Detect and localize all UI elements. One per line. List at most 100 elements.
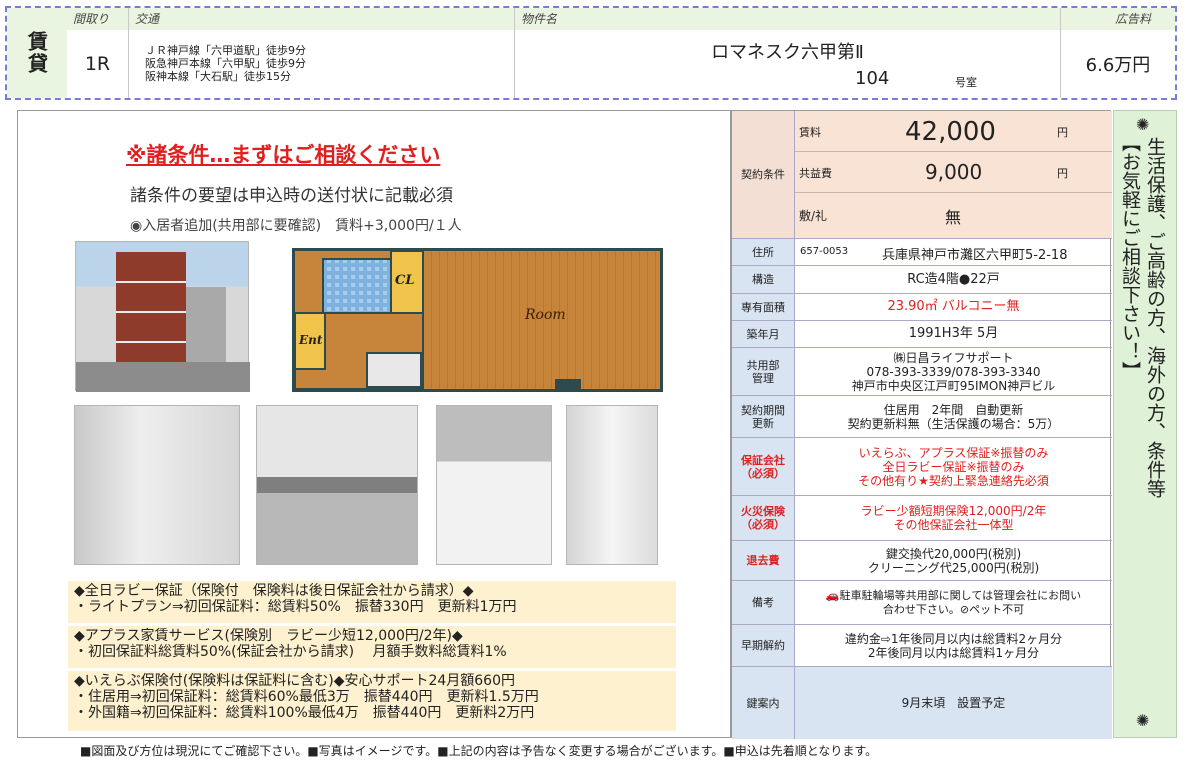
fire-insurance-line: ラビー少額短期保険12,000円/2年 [860, 504, 1047, 518]
management-label: 共用部 管理 [732, 348, 795, 395]
address-value: 兵庫県神戸市灘区六甲町5-2-18 [882, 248, 1068, 263]
entrance-label: Ent [299, 333, 323, 347]
floor-plan: Room CL Ent [292, 248, 663, 392]
property-head: 物件名 [515, 8, 1060, 30]
deposit-label: 敷/礼 [799, 209, 828, 223]
common-fee-value: 9,000 [925, 160, 983, 184]
built-value: 1991H3年 5月 [908, 326, 999, 341]
address-row: 住所 657-0053 兵庫県神戸市灘区六甲町5-2-18 [732, 239, 1112, 266]
note-line: ・住居用⇒初回保証料：総賃料60%最低3万 振替440円 更新料1.5万円 [74, 689, 539, 705]
side-message-line: 【お気軽にご相談下さい！】 [1119, 133, 1141, 380]
remarks-line: 🚗駐車駐輪場等共用部に関しては管理会社にお問い [825, 588, 1082, 602]
management-line: ㈱日昌ライフサポート [893, 350, 1014, 365]
management-value: ㈱日昌ライフサポート 078-393-3339/078-393-3340 神戸市… [795, 348, 1112, 395]
moveout-fee-label: 退去費 [732, 541, 795, 580]
transport-line: ＪＲ神戸線「六甲道駅」徒歩9分 [145, 44, 306, 57]
subhead: 諸条件の要望は申込時の送付状に記載必須 [130, 186, 453, 206]
area-label: 専有面積 [732, 294, 795, 320]
interior-photo-2 [256, 405, 418, 565]
guarantee-line: 全日ラビー保証※振替のみ [882, 459, 1025, 474]
key-guide-label: 鍵案内 [732, 667, 795, 739]
built-label: 築年月 [732, 321, 795, 347]
guarantee-label: 保証会社 （必須） [732, 438, 795, 495]
contract-term-value: 住居用 2年間 自動更新 契約更新料無（生活保護の場合：5万） [795, 396, 1112, 437]
management-row: 共用部 管理 ㈱日昌ライフサポート 078-393-3339/078-393-3… [732, 348, 1112, 396]
contract-term-line: 契約更新料無（生活保護の場合：5万） [847, 416, 1060, 431]
fee-value: 6.6万円 [1085, 55, 1151, 76]
rent-value: 42,000 [905, 117, 996, 147]
early-termination-value: 違約金⇨1年後同月以内は総賃料2ヶ月分 2年後同月以内は総賃料1ヶ月分 [795, 625, 1112, 666]
layout-head: 間取り [67, 8, 128, 30]
deposit-value: 無 [945, 208, 962, 227]
structure-value: RC造4階●22戸 [907, 271, 1000, 287]
key-guide-value: 9月末頃 設置予定 [901, 696, 1006, 710]
floor-plan-drawing [295, 251, 660, 389]
property-column: 物件名 ロマネスク六甲第Ⅱ 104 号室 [515, 8, 1061, 98]
deposit-row: 敷/礼 無 [795, 193, 1112, 238]
transport-list: ＪＲ神戸線「六甲道駅」徒歩9分 阪急神戸本線「六甲駅」徒歩9分 阪神本線「大石駅… [145, 44, 306, 83]
note-title: ◆アプラス家賃サービス(保険別 ラビー少短12,000円/2年)◆ [74, 628, 463, 644]
closet-label: CL [395, 273, 415, 288]
property-name: ロマネスク六甲第Ⅱ [711, 42, 864, 63]
early-termination-label: 早期解約 [732, 625, 795, 666]
building-exterior-photo [75, 241, 250, 392]
main-info-panel: ※諸条件…まずはご相談ください 諸条件の要望は申込時の送付状に記載必須 ◉入居者… [17, 110, 731, 738]
management-line: 神戸市中央区江戸町95IMON神戸ビル [851, 378, 1056, 393]
layout-column: 間取り 1R [67, 8, 129, 98]
building-illustration [76, 252, 250, 392]
contract-term-label: 契約期間 更新 [732, 396, 795, 437]
transport-column: 交通 ＪＲ神戸線「六甲道駅」徒歩9分 阪急神戸本線「六甲駅」徒歩9分 阪神本線「… [129, 8, 515, 98]
note-line: ・外国籍⇒初回保証料：総賃料100%最低4万 振替440円 更新料2万円 [74, 705, 535, 721]
layout-value: 1R [84, 53, 111, 75]
moveout-fee-row: 退去費 鍵交換代20,000円(税別) クリーニング代25,000円(税別) [732, 541, 1112, 581]
note-line: ・ライトプラン⇒初回保証料：総賃料50% 振替330円 更新料1万円 [74, 599, 517, 615]
rent-row: 賃料 42,000 円 [795, 111, 1112, 152]
interior-photo-1 [74, 405, 240, 565]
listing-type-label: 賃貸 [7, 8, 67, 98]
side-bottom-mark: ✺ [1136, 711, 1150, 730]
area-value: 23.90㎡ バルコニー無 [887, 299, 1020, 314]
fire-insurance-label: 火災保険 （必須） [732, 496, 795, 540]
moveout-fee-line: 鍵交換代20,000円(税別) [885, 546, 1022, 561]
moveout-fee-line: クリーニング代25,000円(税別) [867, 560, 1040, 575]
contract-conditions-row: 契約条件 賃料 42,000 円 共益費 9,000 円 敷/礼 無 [732, 111, 1112, 239]
remarks-line: 合わせ下さい。⊘ペット不可 [882, 602, 1025, 616]
room-number: 104 [855, 68, 890, 89]
rent-label: 賃料 [799, 126, 821, 139]
built-row: 築年月 1991H3年 5月 [732, 321, 1112, 348]
fire-insurance-value: ラビー少額短期保険12,000円/2年 その他保証会社一体型 [795, 496, 1112, 540]
contract-label: 契約条件 [732, 111, 795, 238]
guarantee-row: 保証会社 （必須） いえらぶ、アプラス保証※振替のみ 全日ラビー保証※振替のみ … [732, 438, 1112, 496]
fee-head: 広告料 [1061, 8, 1175, 30]
room-suffix: 号室 [955, 76, 977, 89]
transport-line: 阪急神戸本線「六甲駅」徒歩9分 [145, 57, 306, 70]
common-fee-label: 共益費 [799, 167, 832, 180]
side-message-line: 生活保護、ご高齢の方、海外の方、条件等 [1144, 137, 1166, 498]
zip-code: 657-0053 [800, 246, 849, 257]
common-fee-row: 共益費 9,000 円 [795, 152, 1112, 193]
contract-term-line: 住居用 2年間 自動更新 [883, 402, 1024, 417]
note-block: ◆いえらぶ保険付(保険料は保証料に含む)◆安心サポート24月額660円 ・住居用… [68, 671, 676, 731]
note-title: ◆全日ラビー保証（保険付 保険料は後日保証会社から請求）◆ [74, 583, 474, 599]
side-top-mark: ✺ [1136, 115, 1150, 134]
remarks-row: 備考 🚗駐車駐輪場等共用部に関しては管理会社にお問い 合わせ下さい。⊘ペット不可 [732, 581, 1112, 625]
room-label: Room [525, 307, 566, 323]
management-line: 078-393-3339/078-393-3340 [866, 364, 1041, 379]
note-title: ◆いえらぶ保険付(保険料は保証料に含む)◆安心サポート24月額660円 [74, 673, 515, 689]
transport-head: 交通 [129, 8, 514, 30]
early-termination-line: 2年後同月以内は総賃料1ヶ月分 [867, 645, 1040, 660]
footer-disclaimer: ■図面及び方位は現況にてご確認下さい。■写真はイメージです。■上記の内容は予告な… [80, 744, 878, 758]
common-fee-unit: 円 [1057, 167, 1068, 180]
fee-column: 広告料 6.6万円 [1061, 8, 1175, 98]
header-bar: 賃貸 間取り 1R 交通 ＪＲ神戸線「六甲道駅」徒歩9分 阪急神戸本線「六甲駅」… [5, 6, 1177, 100]
side-message: ✺ 生活保護、ご高齢の方、海外の方、条件等 【お気軽にご相談下さい！】 ✺ [1113, 110, 1177, 738]
early-termination-line: 違約金⇨1年後同月以内は総賃料2ヶ月分 [844, 631, 1063, 646]
moveout-fee-value: 鍵交換代20,000円(税別) クリーニング代25,000円(税別) [795, 541, 1112, 580]
contract-term-row: 契約期間 更新 住居用 2年間 自動更新 契約更新料無（生活保護の場合：5万） [732, 396, 1112, 438]
rent-unit: 円 [1057, 126, 1068, 139]
key-guide-row: 鍵案内 9月末頃 設置予定 [732, 667, 1112, 739]
remarks-label: 備考 [732, 581, 795, 624]
closet-photo [566, 405, 658, 565]
property-detail-table: 契約条件 賃料 42,000 円 共益費 9,000 円 敷/礼 無 住所 65… [731, 110, 1112, 739]
early-termination-row: 早期解約 違約金⇨1年後同月以内は総賃料2ヶ月分 2年後同月以内は総賃料1ヶ月分 [732, 625, 1112, 667]
